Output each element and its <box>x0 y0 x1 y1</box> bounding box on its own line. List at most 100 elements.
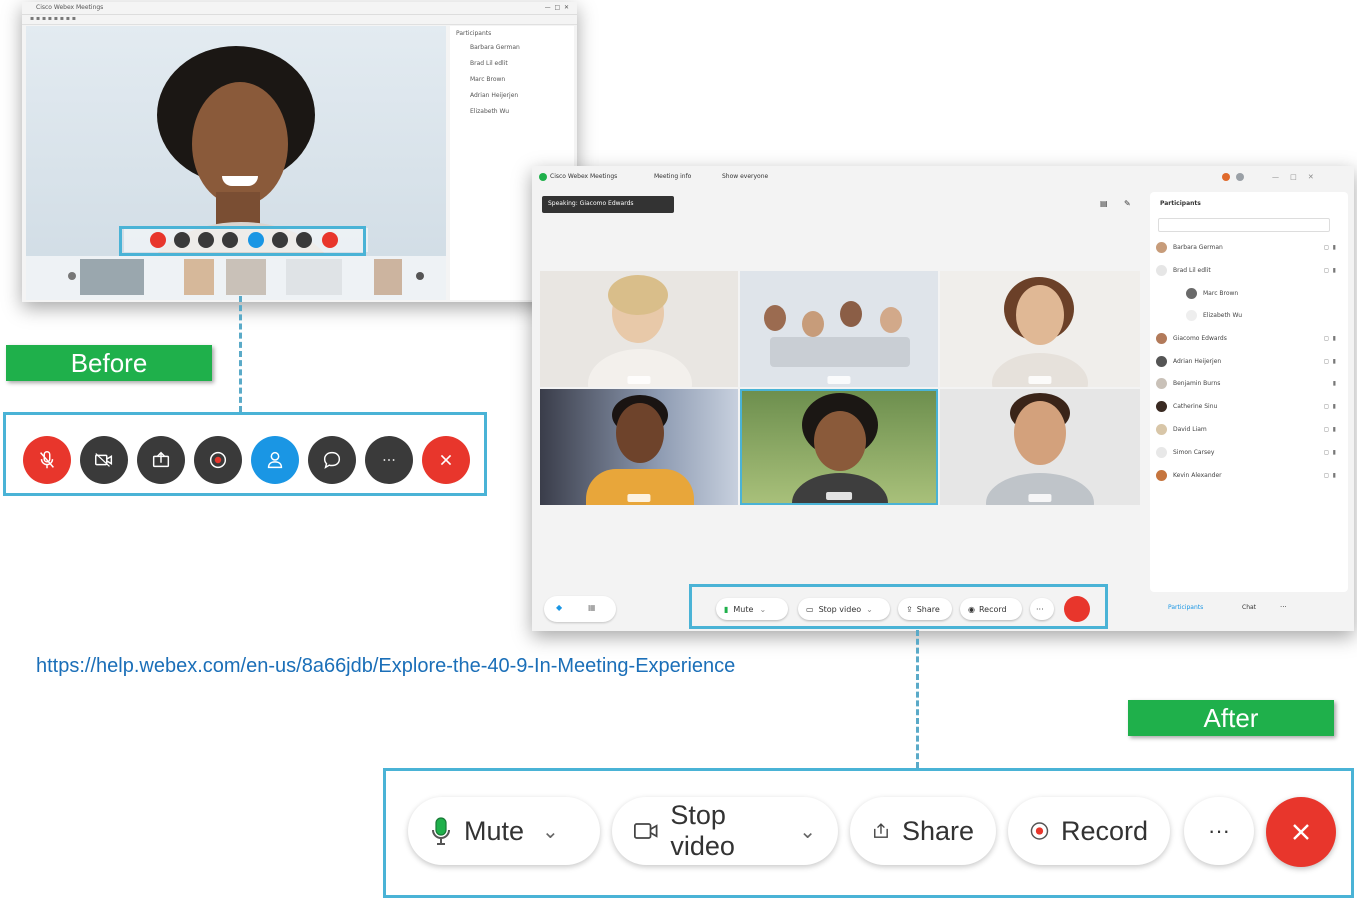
more-icon <box>383 459 395 461</box>
old-participant-row[interactable]: Elizabeth Wu <box>470 108 550 115</box>
webex-logo-icon <box>539 173 547 181</box>
source-link[interactable]: https://help.webex.com/en-us/8a66jdb/Exp… <box>36 655 735 678</box>
participants-panel-title: Participants <box>1160 200 1201 207</box>
tile-name-label <box>826 492 852 500</box>
participant-row[interactable]: Catherine Sinu ◻ ▮ <box>1156 397 1346 415</box>
tile-name-label <box>827 376 851 384</box>
record-icon <box>1030 822 1049 840</box>
video-off-icon <box>95 453 113 467</box>
after-connector <box>916 630 919 768</box>
record-button[interactable]: Record <box>1008 797 1170 865</box>
old-video-stage <box>26 26 446 300</box>
after-label: After <box>1128 700 1334 736</box>
new-window-title: Cisco Webex Meetings <box>550 173 618 180</box>
tile-name-label <box>627 494 651 502</box>
layout-icon[interactable]: ▦ <box>588 603 596 612</box>
share-icon <box>152 451 170 468</box>
video-tile[interactable] <box>540 271 738 387</box>
pin-icon[interactable]: ✎ <box>1124 199 1131 208</box>
old-mute-button[interactable] <box>23 436 71 484</box>
video-tile-active-speaker[interactable] <box>740 389 938 505</box>
participant-row[interactable]: Kevin Alexander ◻ ▮ <box>1156 466 1346 484</box>
stop-video-button[interactable]: Stop video ⌄ <box>612 797 838 865</box>
more-options-button[interactable]: ··· <box>1184 797 1254 865</box>
old-participants-button[interactable] <box>251 436 299 484</box>
filmstrip-thumb-5[interactable] <box>374 259 402 295</box>
participant-row[interactable]: Barbara German ◻ ▮ <box>1156 238 1346 256</box>
layout-dropdown[interactable]: Show everyone <box>722 173 768 180</box>
participant-status-icon: ◻ ▮ <box>1323 425 1336 433</box>
mute-button[interactable]: Mute ⌄ <box>408 797 600 865</box>
old-video-button[interactable] <box>80 436 128 484</box>
video-camera-icon <box>634 823 658 839</box>
share-button[interactable]: Share <box>850 797 996 865</box>
filmstrip-thumb-2[interactable] <box>184 259 214 295</box>
participant-name: Kevin Alexander <box>1173 471 1222 479</box>
participant-name: Marc Brown <box>1203 289 1239 297</box>
grid-view-icon[interactable]: ▤ <box>1100 199 1108 208</box>
old-record-button[interactable] <box>194 436 242 484</box>
old-panel-title: Participants <box>456 30 492 37</box>
participant-name: Catherine Sinu <box>1173 402 1218 410</box>
stop-video-label: Stop video <box>670 800 735 861</box>
participant-row[interactable]: Benjamin Burns ▮ <box>1156 374 1346 392</box>
video-dropdown-chevron-icon[interactable]: ⌄ <box>799 819 816 844</box>
old-menu-items[interactable]: ▪ ▪ ▪ ▪ ▪ ▪ ▪ ▪ <box>30 15 76 22</box>
participant-row[interactable]: Brad Lil edlit ◻ ▮ <box>1156 261 1346 279</box>
close-icon <box>1293 824 1309 840</box>
panel-more-icon[interactable]: ··· <box>1280 603 1287 611</box>
self-view-icon[interactable]: ◆ <box>556 603 562 612</box>
meeting-info-button[interactable]: Meeting info <box>654 173 691 180</box>
new-title-bar: Cisco Webex Meetings Meeting info Show e… <box>532 166 1354 188</box>
old-participant-row[interactable]: Barbara German <box>470 44 550 51</box>
tile-person <box>802 311 824 337</box>
tile-person <box>1016 285 1064 345</box>
video-tile[interactable] <box>540 389 738 505</box>
participant-row[interactable]: Marc Brown <box>1186 284 1346 302</box>
filmstrip-thumb-1[interactable] <box>80 259 144 295</box>
tile-person <box>840 301 862 327</box>
mute-dropdown-chevron-icon[interactable]: ⌄ <box>542 819 559 844</box>
filmstrip-thumb-4[interactable] <box>286 259 342 295</box>
tile-name-label <box>1028 494 1052 502</box>
participant-row[interactable]: Adrian Heijerjen ◻ ▮ <box>1156 352 1346 370</box>
microphone-icon <box>432 817 450 845</box>
tab-chat[interactable]: Chat <box>1242 604 1256 611</box>
old-window-controls[interactable]: — □ ✕ <box>545 4 569 11</box>
mic-muted-icon <box>40 451 54 469</box>
participant-row[interactable]: Simon Carsey ◻ ▮ <box>1156 443 1346 461</box>
old-participant-row[interactable]: Adrian Heijerjen <box>470 92 550 99</box>
record-icon <box>209 451 227 469</box>
filmstrip-thumb-3[interactable] <box>226 259 266 295</box>
old-end-button[interactable] <box>422 436 470 484</box>
filmstrip-prev-icon[interactable] <box>68 272 76 280</box>
old-more-button[interactable] <box>365 436 413 484</box>
filmstrip-next-icon[interactable] <box>416 272 424 280</box>
tile-body <box>792 473 888 503</box>
video-tile[interactable] <box>740 271 938 387</box>
before-toolbar-zoom <box>3 412 487 496</box>
video-tile[interactable] <box>940 271 1140 387</box>
old-share-button[interactable] <box>137 436 185 484</box>
window-controls[interactable]: — □ ✕ <box>1272 173 1314 181</box>
participant-name: Simon Carsey <box>1173 448 1215 456</box>
record-label: Record <box>1060 815 1148 846</box>
participant-name: Giacomo Edwards <box>1173 334 1227 342</box>
participant-status-icon: ◻ ▮ <box>1323 471 1336 479</box>
participant-row[interactable]: Giacomo Edwards ◻ ▮ <box>1156 329 1346 347</box>
old-participant-row[interactable]: Marc Brown <box>470 76 550 83</box>
old-participant-row[interactable]: Brad Lil edlit <box>470 60 550 67</box>
participant-search-input[interactable] <box>1158 218 1330 232</box>
participant-status-icon: ◻ ▮ <box>1323 402 1336 410</box>
video-tile[interactable] <box>940 389 1140 505</box>
tab-participants[interactable]: Participants <box>1168 604 1203 611</box>
end-meeting-button[interactable] <box>1266 797 1336 867</box>
status-icon-2 <box>1236 173 1244 181</box>
after-highlight-box <box>689 584 1108 629</box>
participant-row[interactable]: David Liam ◻ ▮ <box>1156 420 1346 438</box>
old-chat-button[interactable] <box>308 436 356 484</box>
participant-row[interactable]: Elizabeth Wu <box>1186 306 1346 324</box>
tile-name-label <box>627 376 651 384</box>
tile-person <box>616 403 664 463</box>
old-meeting-window: Cisco Webex Meetings — □ ✕ ▪ ▪ ▪ ▪ ▪ ▪ ▪… <box>22 2 577 302</box>
